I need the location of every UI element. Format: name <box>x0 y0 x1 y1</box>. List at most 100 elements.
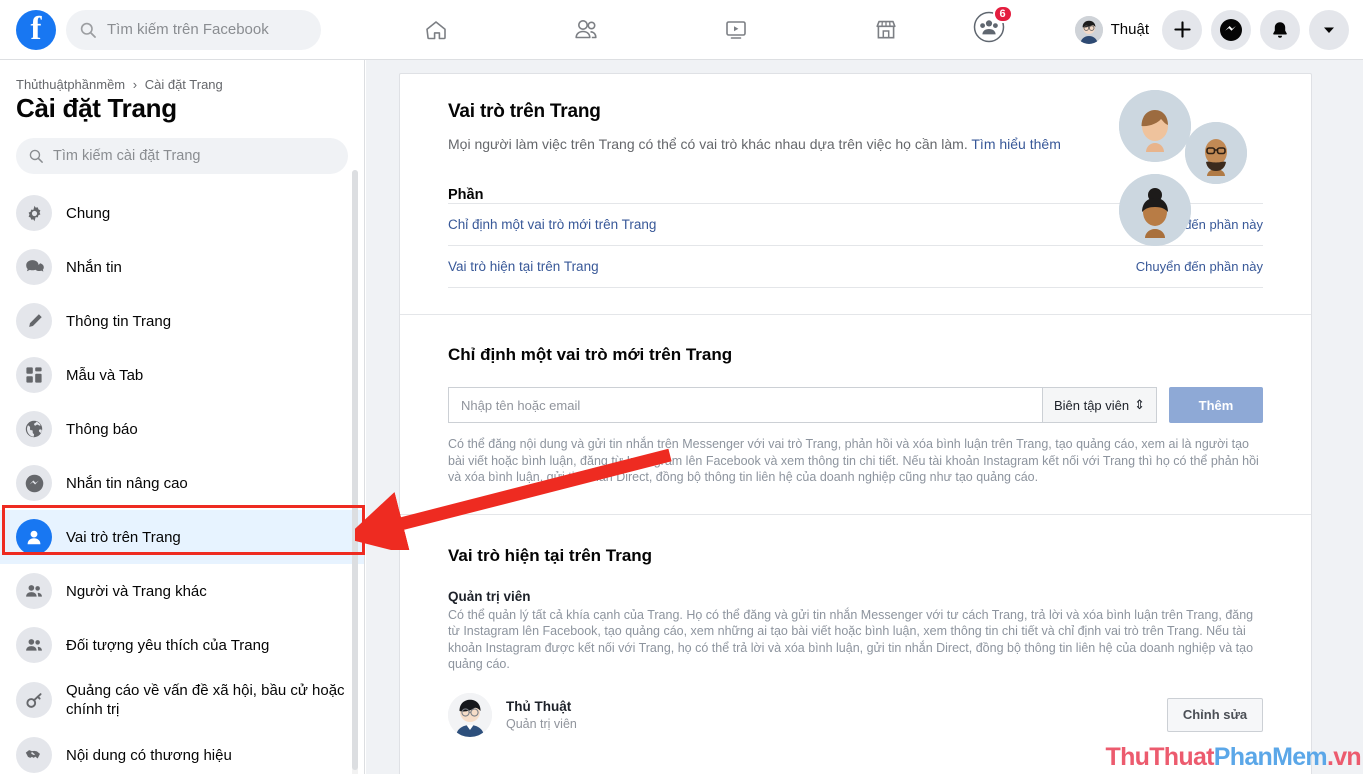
sidebar-scrollbar-thumb[interactable] <box>352 170 358 770</box>
person-role: Quản trị viên <box>506 716 577 731</box>
messenger-icon <box>1220 18 1242 41</box>
jump-row-current: Vai trò hiện tại trên Trang Chuyển đến p… <box>448 245 1263 288</box>
sidebar-item-label: Thông báo <box>66 420 138 438</box>
assign-section-title: Chỉ định một vai trò mới trên Trang <box>448 345 733 364</box>
table-row: Thủ Thuật Quản trị viên Chỉnh sửa <box>448 692 1263 751</box>
role-select-value: Biên tập viên <box>1053 397 1130 413</box>
add-role-button[interactable]: Thêm <box>1169 387 1263 423</box>
messenger-icon <box>16 465 52 501</box>
marketplace-icon[interactable] <box>869 15 903 45</box>
account-menu-button[interactable] <box>1309 9 1349 50</box>
sidebar-item-label: Nhắn tin nâng cao <box>66 474 188 492</box>
sidebar-item-thong-bao[interactable]: Thông báo <box>0 402 364 456</box>
grid-icon <box>16 357 52 393</box>
avatar <box>448 692 492 737</box>
friends-icon[interactable] <box>569 15 603 45</box>
sidebar-item-quang-cao-xa-hoi[interactable]: Quảng cáo về vấn đề xã hội, bầu cử hoặc … <box>0 672 364 728</box>
groups-badge-count: 6 <box>992 5 1013 23</box>
people-icon <box>16 573 52 609</box>
chevron-down-icon <box>1324 27 1334 33</box>
people-icon <box>16 627 52 663</box>
settings-sidebar: Thủthuậtphầnmềm › Cài đặt Trang Cài đặt … <box>0 60 365 774</box>
person-meta: Thủ Thuật Quản trị viên <box>506 699 577 731</box>
sidebar-item-label: Chung <box>66 204 111 222</box>
sidebar-item-label: Vai trò trên Trang <box>66 528 181 546</box>
globe-icon <box>16 411 52 447</box>
learn-more-link[interactable]: Tìm hiểu thêm <box>971 136 1060 152</box>
avatar-illustration-3 <box>1119 174 1191 246</box>
page-roles-card: Vai trò trên Trang Mọi người làm việc tr… <box>399 73 1312 774</box>
sidebar-item-noi-dung-thuong-hieu[interactable]: Nội dung có thương hiệu <box>0 728 364 774</box>
role-group-description: Có thể quản lý tất cả khía cạnh của Tran… <box>448 607 1254 672</box>
avatar <box>1074 15 1103 44</box>
sidebar-item-label: Người và Trang khác <box>66 582 207 600</box>
sidebar-item-label: Quảng cáo về vấn đề xã hội, bầu cử hoặc … <box>66 682 345 718</box>
person-icon <box>16 519 52 555</box>
role-select-dropdown[interactable]: Biên tập viên ⇕ <box>1042 387 1157 423</box>
section-subtitle-text: Mọi người làm việc trên Trang có thể có … <box>448 136 968 152</box>
watch-icon[interactable] <box>719 15 753 45</box>
page-root: f Tìm kiếm trên Facebook 6 Thuật Thủthuậ… <box>0 0 1363 774</box>
current-roles-block: Vai trò hiện tại trên Trang Quản trị viê… <box>400 515 1311 751</box>
avatar-illustration-1 <box>1119 90 1191 162</box>
watermark-part-3: .vn <box>1326 743 1362 771</box>
sidebar-item-label: Mẫu và Tab <box>66 366 144 384</box>
sidebar-item-mau-va-tab[interactable]: Mẫu và Tab <box>0 348 364 402</box>
notifications-button[interactable] <box>1260 9 1300 50</box>
facebook-top-navbar: f Tìm kiếm trên Facebook 6 Thuật <box>0 0 1363 60</box>
assign-role-form: Nhập tên hoặc email Biên tập viên ⇕ Thêm <box>448 387 1263 423</box>
sidebar-item-label: Đối tượng yêu thích của Trang <box>66 636 270 654</box>
sidebar-item-vai-tro-tren-trang[interactable]: Vai trò trên Trang <box>0 510 364 564</box>
chat-bubbles-icon <box>16 249 52 285</box>
jump-link-label[interactable]: Vai trò hiện tại trên Trang <box>448 259 599 274</box>
jump-link-label[interactable]: Chỉ định một vai trò mới trên Trang <box>448 217 656 232</box>
sidebar-item-nhan-tin-nang-cao[interactable]: Nhắn tin nâng cao <box>0 456 364 510</box>
sidebar-item-nguoi-va-trang-khac[interactable]: Người và Trang khác <box>0 564 364 618</box>
person-name: Thủ Thuật <box>506 698 572 714</box>
home-icon[interactable] <box>419 15 453 45</box>
sidebar-item-thong-tin-trang[interactable]: Thông tin Trang <box>0 294 364 348</box>
profile-name: Thuật <box>1110 21 1149 38</box>
sidebar-item-label: Nội dung có thương hiệu <box>66 746 232 764</box>
settings-nav-list: Chung Nhắn tin Thông tin Trang Mẫu và Ta… <box>0 186 364 774</box>
page-title: Cài đặt Trang <box>16 93 177 123</box>
bell-icon <box>1273 21 1287 38</box>
site-watermark: ThuThuatPhanMem.vn <box>1105 743 1362 772</box>
key-icon <box>16 682 52 718</box>
sidebar-scrollbar[interactable] <box>352 170 358 774</box>
create-plus-button[interactable] <box>1162 9 1202 50</box>
groups-button[interactable]: 6 <box>972 5 1013 49</box>
decorative-avatars <box>1085 84 1275 246</box>
breadcrumb-separator: › <box>132 77 138 92</box>
pencil-icon <box>16 303 52 339</box>
sidebar-item-doi-tuong-yeu-thich[interactable]: Đối tượng yêu thích của Trang <box>0 618 364 672</box>
edit-role-button[interactable]: Chỉnh sửa <box>1167 697 1263 732</box>
handshake-icon <box>16 737 52 773</box>
plus-icon <box>1173 21 1191 38</box>
main-nav-icons <box>361 15 961 45</box>
profile-chip[interactable]: Thuật <box>1074 15 1149 44</box>
watermark-part-1: ThuThuat <box>1105 743 1215 771</box>
search-icon <box>29 149 43 163</box>
role-group-name: Quản trị viên <box>448 588 531 604</box>
sidebar-item-nhan-tin[interactable]: Nhắn tin <box>0 240 364 294</box>
breadcrumb-root[interactable]: Thủthuậtphầnmềm <box>16 77 125 92</box>
current-roles-title: Vai trò hiện tại trên Trang <box>448 545 653 565</box>
assign-name-email-input[interactable]: Nhập tên hoặc email <box>448 387 1042 423</box>
search-input[interactable]: Tìm kiếm trên Facebook <box>66 9 321 50</box>
gear-icon <box>16 195 52 231</box>
sidebar-item-label: Nhắn tin <box>66 258 122 276</box>
jump-to-section-action[interactable]: Chuyển đến phần này <box>1136 259 1263 274</box>
assign-role-block: Chỉ định một vai trò mới trên Trang Nhập… <box>400 315 1311 486</box>
settings-search-placeholder: Tìm kiếm cài đặt Trang <box>53 148 201 164</box>
assign-role-description: Có thể đăng nội dung và gửi tin nhắn trê… <box>448 437 1259 484</box>
search-placeholder-text: Tìm kiếm trên Facebook <box>107 21 269 38</box>
breadcrumb: Thủthuậtphầnmềm › Cài đặt Trang <box>0 60 364 92</box>
sidebar-item-chung[interactable]: Chung <box>0 186 364 240</box>
breadcrumb-current: Cài đặt Trang <box>144 77 223 92</box>
messenger-button[interactable] <box>1211 9 1251 50</box>
watermark-part-2: PhanMem <box>1213 743 1328 771</box>
settings-search-input[interactable]: Tìm kiếm cài đặt Trang <box>16 138 348 174</box>
facebook-logo-icon[interactable]: f <box>16 9 56 50</box>
main-content-area: Vai trò trên Trang Mọi người làm việc tr… <box>366 60 1363 774</box>
